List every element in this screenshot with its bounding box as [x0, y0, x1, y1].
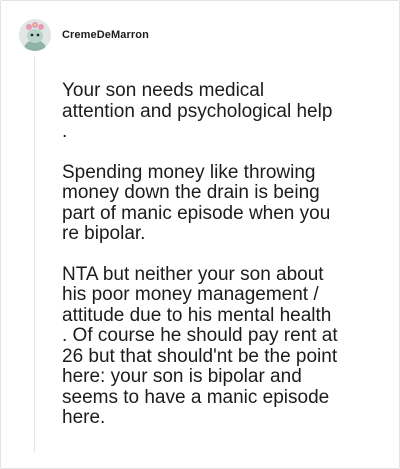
thread-line[interactable]: [34, 57, 35, 452]
comment-paragraph: Spending money like throwing money down …: [62, 161, 331, 244]
comment-paragraph: Your son needs medical attention and psy…: [62, 80, 333, 142]
comment-paragraph: NTA but neither your son about his poor …: [62, 263, 338, 428]
comment-author[interactable]: CremeDeMarron: [62, 29, 149, 41]
avatar-snoo-icon[interactable]: [19, 19, 51, 51]
comment-body: Your son needs medical attention and psy…: [62, 80, 384, 449]
comment-header: CremeDeMarron: [19, 15, 149, 55]
comment-card: CremeDeMarron Your son needs medical att…: [0, 0, 400, 469]
